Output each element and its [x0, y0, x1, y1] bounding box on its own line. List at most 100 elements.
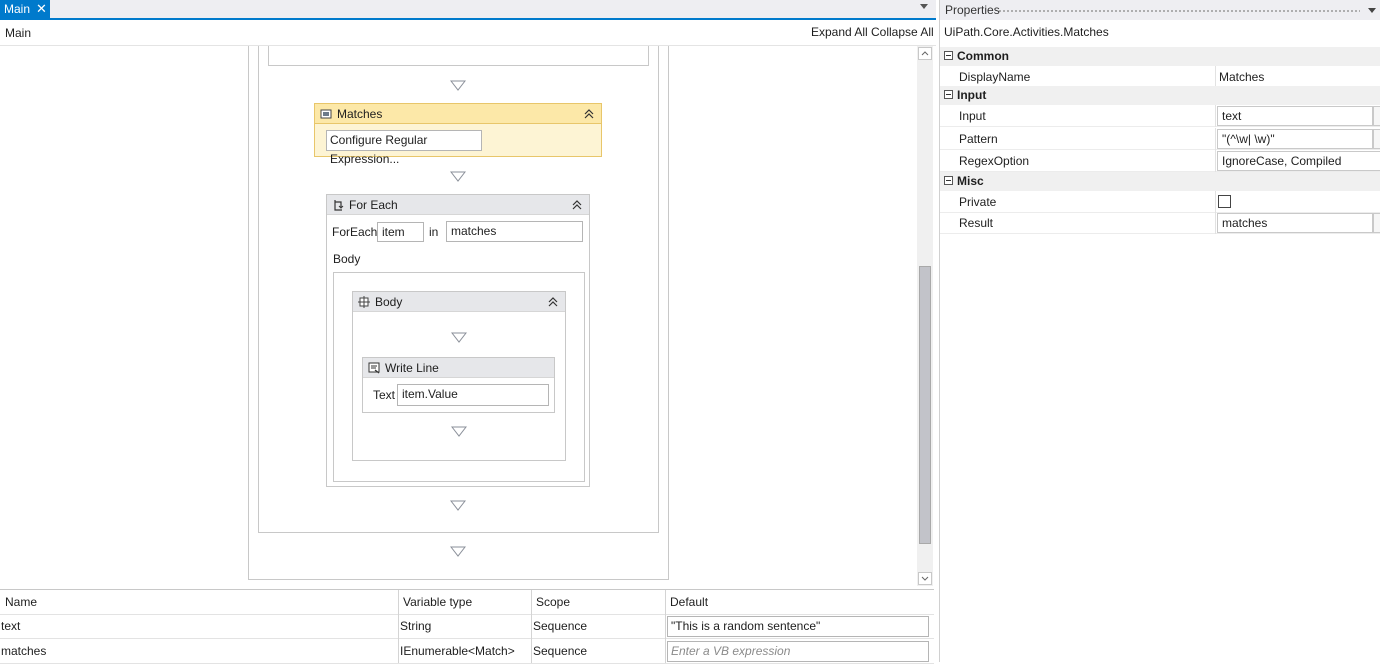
drop-arrow-icon[interactable]	[450, 80, 466, 91]
column-divider[interactable]	[665, 590, 666, 663]
matches-activity[interactable]: Matches Configure Regular Expression...	[314, 103, 602, 166]
expand-all-button[interactable]: Expand All	[811, 25, 868, 39]
collapse-icon[interactable]	[944, 90, 953, 99]
category-label: Common	[957, 49, 1009, 63]
body-sequence-header: Body	[353, 292, 565, 312]
writeline-activity[interactable]: Write Line Text item.Value	[362, 357, 555, 413]
matches-title: Matches	[337, 107, 383, 121]
tab-main[interactable]: Main ✕	[0, 0, 50, 18]
variable-name[interactable]: matches	[0, 639, 395, 664]
body-sequence[interactable]: Body Write Line Text item.Value	[352, 291, 566, 461]
property-name: RegexOption	[959, 154, 1030, 168]
document-tabstrip: Main ✕	[0, 0, 936, 20]
collapse-icon[interactable]	[571, 199, 583, 211]
property-row-result[interactable]: Result matches	[940, 212, 1380, 234]
property-row-input[interactable]: Input text	[940, 105, 1380, 127]
drop-arrow-icon[interactable]	[451, 332, 467, 343]
column-header-scope[interactable]: Scope	[533, 590, 663, 615]
variable-type[interactable]: String	[397, 614, 530, 639]
drop-arrow-icon[interactable]	[450, 500, 466, 511]
property-value[interactable]: Matches	[1219, 70, 1264, 84]
configure-regex-button[interactable]: Configure Regular Expression...	[326, 130, 482, 166]
writeline-icon	[368, 362, 380, 374]
designer-panel: Main ✕ Main Expand All Collapse All Matc…	[0, 0, 936, 664]
foreach-activity[interactable]: For Each ForEach item in matches Body Bo…	[326, 194, 590, 487]
ellipsis-button[interactable]	[1373, 213, 1380, 233]
ellipsis-button[interactable]	[1373, 106, 1380, 126]
scrollbar-thumb[interactable]	[919, 266, 931, 544]
collapse-all-button[interactable]: Collapse All	[871, 25, 934, 39]
property-row-displayname[interactable]: DisplayName Matches	[940, 66, 1380, 88]
private-checkbox[interactable]	[1218, 195, 1231, 208]
body-container: Body Write Line Text item.Value	[333, 272, 585, 482]
property-name: DisplayName	[959, 70, 1031, 84]
table-row[interactable]: matches IEnumerable<Match> Sequence Ente…	[0, 639, 934, 664]
divider	[1215, 191, 1216, 213]
column-header-default[interactable]: Default	[667, 590, 927, 615]
tab-main-label: Main	[4, 2, 31, 16]
workflow-canvas: Matches Configure Regular Expression... …	[0, 46, 936, 588]
collapse-icon[interactable]	[583, 108, 595, 120]
body-sequence-title: Body	[375, 295, 403, 309]
divider	[1215, 150, 1216, 172]
writeline-text-label: Text	[373, 388, 396, 402]
ellipsis-button[interactable]	[1373, 129, 1380, 149]
collapse-icon[interactable]	[944, 51, 953, 60]
writeline-header: Write Line	[363, 358, 554, 378]
scroll-up-icon[interactable]	[918, 47, 932, 60]
property-row-pattern[interactable]: Pattern "(^\w| \w)"	[940, 128, 1380, 150]
chevron-down-icon[interactable]	[1368, 8, 1376, 13]
collapse-icon[interactable]	[547, 296, 559, 308]
category-input[interactable]: Input	[940, 86, 1380, 105]
column-divider[interactable]	[531, 590, 532, 663]
writeline-text-input[interactable]: item.Value	[397, 384, 549, 406]
property-name: Input	[959, 109, 986, 123]
column-header-name[interactable]: Name	[2, 590, 397, 615]
category-misc[interactable]: Misc	[940, 172, 1380, 191]
activity-type-name: UiPath.Core.Activities.Matches	[944, 25, 1109, 39]
variable-scope[interactable]: Sequence	[530, 614, 663, 639]
category-common[interactable]: Common	[940, 47, 1380, 66]
variable-default-input[interactable]: "This is a random sentence"	[667, 616, 929, 637]
breadcrumb[interactable]: Main	[5, 26, 31, 40]
previous-activity[interactable]	[268, 46, 649, 66]
property-row-regexoption[interactable]: RegexOption IgnoreCase, Compiled	[940, 150, 1380, 172]
variable-type[interactable]: IEnumerable<Match>	[397, 639, 530, 664]
property-value-input[interactable]: matches	[1217, 213, 1373, 233]
foreach-icon	[334, 200, 344, 211]
property-value-dropdown[interactable]: IgnoreCase, Compiled	[1217, 151, 1380, 171]
divider	[1215, 212, 1216, 234]
variable-name[interactable]: text	[0, 614, 395, 639]
breadcrumb-bar: Main Expand All Collapse All	[0, 20, 936, 46]
category-label: Misc	[957, 174, 984, 188]
close-icon[interactable]: ✕	[36, 0, 47, 18]
variable-scope[interactable]: Sequence	[530, 639, 663, 664]
foreach-collection-input[interactable]: matches	[446, 221, 583, 242]
properties-panel: Properties UiPath.Core.Activities.Matche…	[939, 0, 1380, 662]
drop-arrow-icon[interactable]	[450, 171, 466, 182]
canvas-scrollbar[interactable]	[917, 46, 933, 586]
collapse-icon[interactable]	[944, 176, 953, 185]
drop-arrow-icon[interactable]	[450, 546, 466, 557]
properties-title: Properties	[945, 3, 1000, 17]
variables-header-row: Name Variable type Scope Default	[0, 590, 934, 615]
drop-arrow-icon[interactable]	[451, 426, 467, 437]
property-value-input[interactable]: "(^\w| \w)"	[1217, 129, 1373, 149]
foreach-item-input[interactable]: item	[377, 222, 424, 242]
table-row[interactable]: text String Sequence "This is a random s…	[0, 614, 934, 639]
drag-grip[interactable]	[998, 9, 1360, 13]
variable-default-input[interactable]: Enter a VB expression	[667, 641, 929, 662]
foreach-title: For Each	[349, 198, 398, 212]
matches-header: Matches	[315, 104, 601, 124]
property-value-input[interactable]: text	[1217, 106, 1373, 126]
property-row-private[interactable]: Private	[940, 191, 1380, 213]
column-divider[interactable]	[398, 590, 399, 663]
properties-titlebar: Properties	[940, 0, 1380, 20]
property-name: Pattern	[959, 132, 998, 146]
scroll-down-icon[interactable]	[918, 572, 932, 585]
property-name: Private	[959, 195, 997, 209]
column-header-type[interactable]: Variable type	[400, 590, 530, 615]
divider	[1215, 66, 1216, 88]
chevron-down-icon[interactable]	[920, 4, 928, 9]
divider	[1215, 105, 1216, 127]
